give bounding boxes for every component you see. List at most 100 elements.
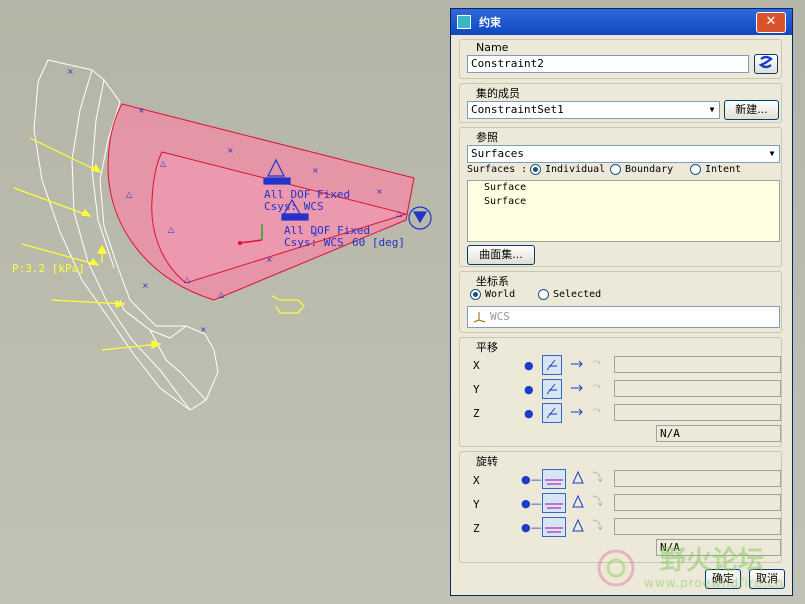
- prescribed-rotation-icon[interactable]: ⤵: [592, 469, 612, 489]
- svg-text:×: ×: [312, 166, 319, 175]
- prescribed-rotation-icon[interactable]: ⤵: [592, 493, 612, 513]
- chain-icon: [758, 55, 773, 69]
- free-rotation-dot-icon: ●—: [521, 521, 542, 534]
- csys-icon: [473, 312, 486, 323]
- csys-label: 坐标系: [476, 275, 509, 288]
- fixed-rotation-icon[interactable]: [542, 517, 566, 537]
- model-drawing: ××× ××△ △×× △×△ △×△ P:3.2 [kPa] All DOF …: [12, 59, 432, 411]
- free-dot-icon: ●: [524, 359, 534, 372]
- rotation-z-value[interactable]: [614, 518, 781, 535]
- csys-field-value: WCS: [490, 310, 510, 323]
- fixed-rotation-icon[interactable]: [542, 469, 566, 489]
- cancel-button[interactable]: 取消: [749, 569, 785, 589]
- free-dot-icon: ●: [524, 407, 534, 420]
- chevron-down-icon: ▼: [769, 149, 775, 158]
- references-select-value: Surfaces: [471, 147, 524, 160]
- list-item[interactable]: Surface: [468, 181, 779, 195]
- radio-individual[interactable]: Individual: [530, 164, 605, 175]
- svg-text:×: ×: [266, 255, 273, 264]
- constraint1-label-line2: Csys: WCS: [264, 200, 324, 213]
- prescribed-icon[interactable]: ⤳: [592, 379, 612, 399]
- name-pick-button[interactable]: [754, 54, 778, 74]
- radio-intent[interactable]: Intent: [690, 164, 741, 175]
- radio-dot: [610, 164, 621, 175]
- surface-set-button[interactable]: 曲面集...: [467, 245, 535, 265]
- rotation-na-value: N/A: [656, 539, 781, 556]
- name-input[interactable]: Constraint2: [467, 55, 749, 73]
- free-rotation-icon[interactable]: [569, 517, 589, 537]
- dialog-title: 约束: [479, 16, 501, 29]
- svg-text:×: ×: [67, 67, 74, 76]
- prescribed-icon[interactable]: ⤳: [592, 355, 612, 375]
- axis-z-label: Z: [473, 522, 480, 535]
- radio-boundary-label: Boundary: [625, 164, 674, 175]
- fixed-rotation-icon[interactable]: [542, 493, 566, 513]
- svg-text:△: △: [218, 290, 225, 299]
- name-label: Name: [476, 41, 509, 54]
- rotation-label: 旋转: [476, 455, 498, 468]
- free-rotation-dot-icon: ●—: [521, 497, 542, 510]
- radio-dot: [690, 164, 701, 175]
- constraint2-label-line2: Csys: WCS: [284, 236, 344, 249]
- translation-y-value[interactable]: [614, 380, 781, 397]
- radio-selected[interactable]: Selected: [538, 289, 601, 300]
- set-label: 集的成员: [476, 87, 520, 100]
- references-group: 参照 Surfaces ▼ Surfaces : Individual Boun…: [459, 127, 782, 267]
- prescribed-rotation-icon[interactable]: ⤵: [592, 517, 612, 537]
- radio-dot: [538, 289, 549, 300]
- rotation-x-value[interactable]: [614, 470, 781, 487]
- radio-dot: [530, 164, 541, 175]
- rotation-y-value[interactable]: [614, 494, 781, 511]
- radio-world-label: World: [485, 289, 516, 300]
- new-set-button[interactable]: 新建...: [724, 100, 779, 120]
- translation-x-value[interactable]: [614, 356, 781, 373]
- free-rotation-icon[interactable]: [569, 493, 589, 513]
- svg-text:×: ×: [376, 187, 383, 196]
- svg-text:×: ×: [227, 146, 234, 155]
- references-select[interactable]: Surfaces ▼: [467, 145, 780, 163]
- fixed-translation-icon[interactable]: [542, 379, 562, 399]
- ok-button[interactable]: 确定: [705, 569, 741, 589]
- set-select[interactable]: ConstraintSet1 ▼: [467, 101, 720, 119]
- prescribed-icon[interactable]: ⤳: [592, 403, 612, 423]
- translation-z-value[interactable]: [614, 404, 781, 421]
- list-item[interactable]: Surface: [468, 195, 779, 209]
- set-group: 集的成员 ConstraintSet1 ▼ 新建...: [459, 83, 782, 123]
- constraint-dialog: 约束 ✕ Name Constraint2 集的成员 ConstraintSet…: [450, 8, 793, 596]
- translation-label: 平移: [476, 341, 498, 354]
- free-translation-icon[interactable]: [568, 379, 588, 399]
- svg-text:△: △: [184, 275, 191, 284]
- axis-x-label: X: [473, 474, 480, 487]
- radio-selected-label: Selected: [553, 289, 602, 300]
- axis-y-label: Y: [473, 498, 480, 511]
- set-select-value: ConstraintSet1: [471, 103, 564, 116]
- surfaces-list[interactable]: Surface Surface: [467, 180, 780, 242]
- svg-text:×: ×: [142, 281, 149, 290]
- free-translation-icon[interactable]: [568, 355, 588, 375]
- radio-world[interactable]: World: [470, 289, 515, 300]
- svg-text:△: △: [168, 225, 175, 234]
- selected-surfaces: [107, 103, 415, 301]
- radio-boundary[interactable]: Boundary: [610, 164, 673, 175]
- radio-intent-label: Intent: [705, 164, 742, 175]
- chevron-down-icon: ▼: [709, 105, 715, 114]
- load-label: P:3.2 [kPa]: [12, 262, 85, 275]
- axis-y-label: Y: [473, 383, 480, 396]
- references-label: 参照: [476, 131, 498, 144]
- fixed-translation-icon[interactable]: [542, 355, 562, 375]
- close-button[interactable]: ✕: [756, 12, 786, 33]
- svg-text:×: ×: [138, 106, 145, 115]
- free-dot-icon: ●: [524, 383, 534, 396]
- fixed-translation-icon[interactable]: [542, 403, 562, 423]
- free-rotation-dot-icon: ●—: [521, 473, 542, 486]
- axis-x-label: X: [473, 359, 480, 372]
- csys-field[interactable]: WCS: [467, 306, 780, 328]
- dialog-titlebar[interactable]: 约束 ✕: [451, 9, 792, 35]
- free-translation-icon[interactable]: [568, 403, 588, 423]
- csys-group: 坐标系 World Selected WCS: [459, 271, 782, 333]
- radio-dot: [470, 289, 481, 300]
- svg-text:△: △: [126, 190, 133, 199]
- free-rotation-icon[interactable]: [569, 469, 589, 489]
- axis-z-label: Z: [473, 407, 480, 420]
- name-group: Name Constraint2: [459, 39, 782, 79]
